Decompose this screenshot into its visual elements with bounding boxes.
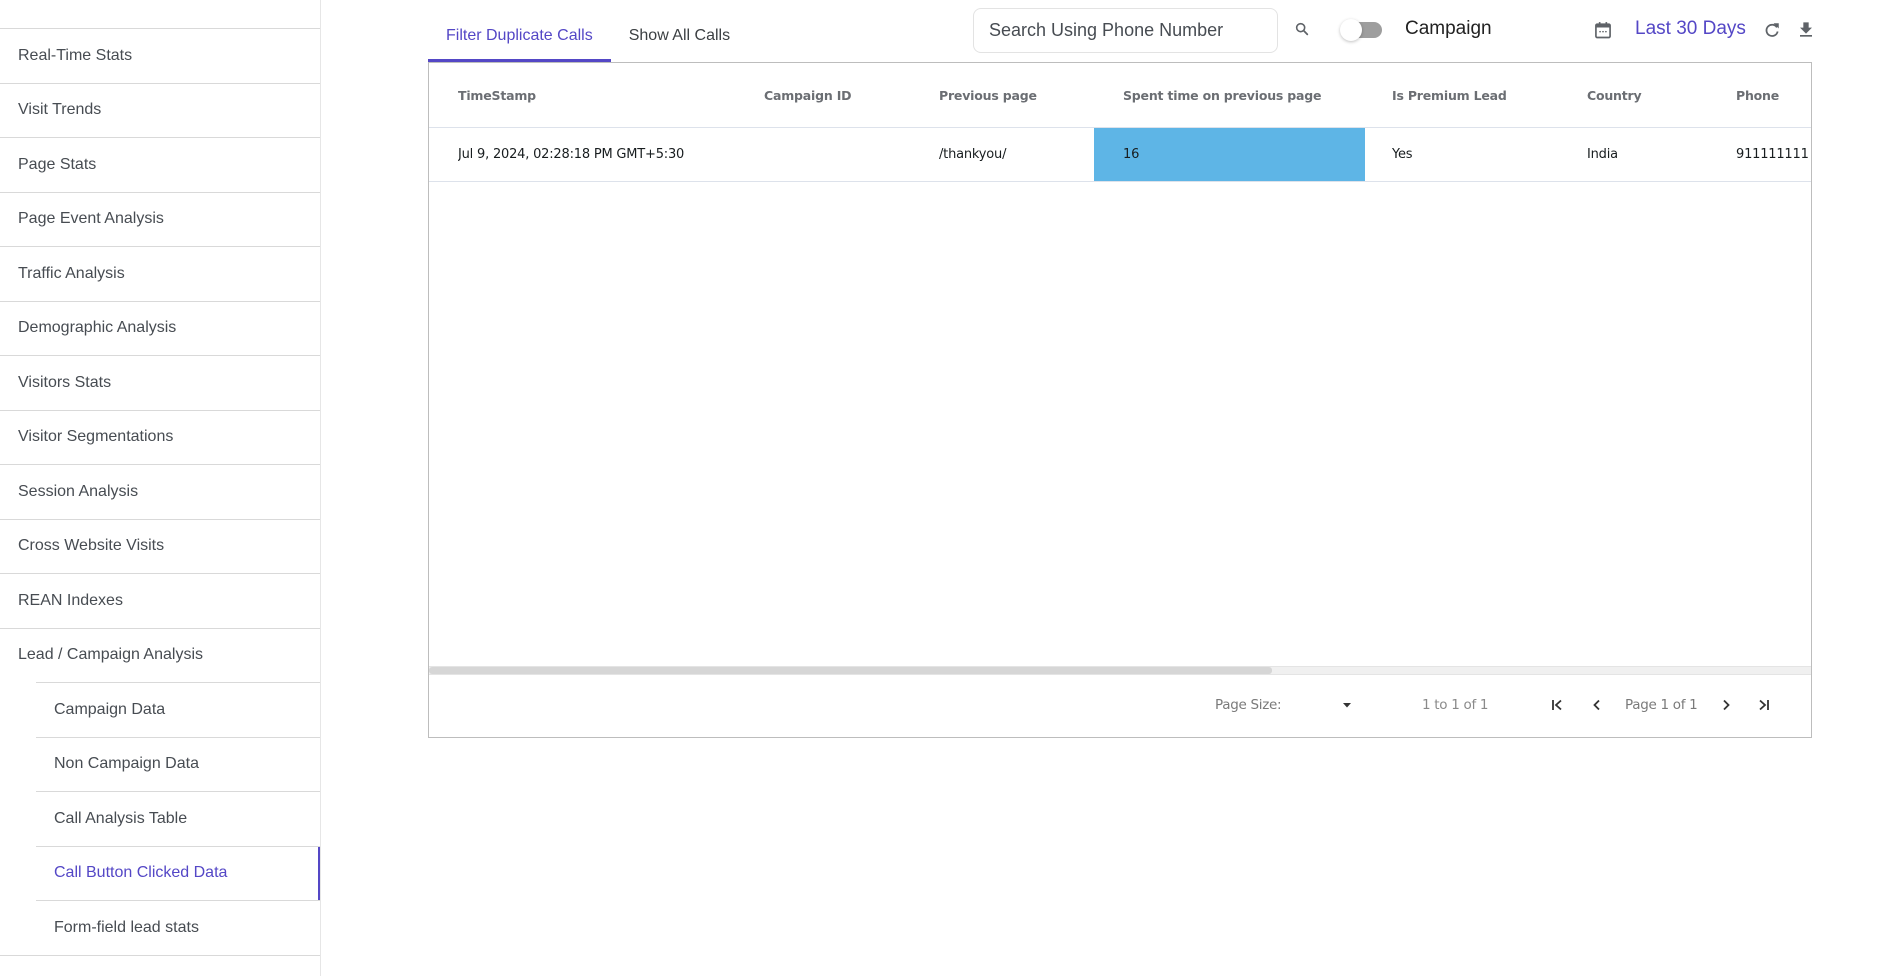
cell-is-premium-lead: Yes xyxy=(1392,147,1413,162)
sidebar-item-label: Visitor Segmentations xyxy=(18,428,174,446)
first-page-button[interactable] xyxy=(1548,695,1568,715)
chevron-right-icon xyxy=(1723,699,1730,711)
previous-page-button[interactable] xyxy=(1587,695,1607,715)
sidebar-item-label: Traffic Analysis xyxy=(18,264,125,282)
last-page-icon xyxy=(1759,699,1769,711)
first-page-icon xyxy=(1552,699,1562,711)
sidebar-item-label: Page Event Analysis xyxy=(18,210,164,228)
cell-timestamp: Jul 9, 2024, 02:28:18 PM GMT+5:30 xyxy=(458,147,685,162)
refresh-icon[interactable] xyxy=(1761,19,1783,41)
sidebar-subitem-campaign-data[interactable]: Campaign Data xyxy=(36,682,320,737)
cell-previous-page: /thankyou/ xyxy=(939,147,1007,162)
pagination-bar: Page Size: 1 to 1 of 1 Page 1 of 1 xyxy=(429,675,1811,737)
sidebar-item-cross-website-visits[interactable]: Cross Website Visits xyxy=(0,518,320,574)
toggle-thumb xyxy=(1340,19,1362,41)
campaign-toggle-label: Campaign xyxy=(1405,18,1492,39)
sidebar-item-session-analysis[interactable]: Session Analysis xyxy=(0,464,320,519)
sidebar-item-visitor-segmentations[interactable]: Visitor Segmentations xyxy=(0,409,320,465)
sidebar-item-label: Call Button Clicked Data xyxy=(54,864,228,882)
table-row[interactable]: Jul 9, 2024, 02:28:18 PM GMT+5:30 /thank… xyxy=(429,128,1811,182)
sidebar-item-label: Real-Time Stats xyxy=(18,46,133,64)
cell-spent-time: 16 xyxy=(1094,128,1365,181)
grid-header-row: TimeStamp Campaign ID Previous page Spen… xyxy=(429,63,1811,128)
sidebar-item-label: Visit Trends xyxy=(18,101,102,119)
sidebar-divider xyxy=(0,954,320,956)
sidebar-subitem-form-field-lead-stats[interactable]: Form-field lead stats xyxy=(36,900,320,955)
cell-phone: 911111111 xyxy=(1736,147,1809,162)
sidebar-item-label: Cross Website Visits xyxy=(18,537,165,555)
sidebar-item-lead-campaign-analysis[interactable]: Lead / Campaign Analysis xyxy=(0,627,320,683)
sidebar-item-traffic-analysis[interactable]: Traffic Analysis xyxy=(0,246,320,301)
sidebar-item-label: Form-field lead stats xyxy=(54,918,199,936)
column-header-timestamp[interactable]: TimeStamp xyxy=(458,63,738,127)
phone-search-input[interactable] xyxy=(974,9,1277,52)
sidebar-item-visit-trends[interactable]: Visit Trends xyxy=(0,82,320,138)
sidebar-item-demographic-analysis[interactable]: Demographic Analysis xyxy=(0,300,320,356)
column-header-previous-page[interactable]: Previous page xyxy=(939,63,1089,127)
chevron-left-icon xyxy=(1593,699,1600,711)
page-size-label: Page Size: xyxy=(1215,697,1282,713)
sidebar-subitem-non-campaign-data[interactable]: Non Campaign Data xyxy=(36,736,320,792)
sidebar-item-label: REAN Indexes xyxy=(18,591,123,609)
call-data-grid: TimeStamp Campaign ID Previous page Spen… xyxy=(428,62,1812,738)
sidebar-item-rean-indexes[interactable]: REAN Indexes xyxy=(0,573,320,628)
download-icon[interactable] xyxy=(1795,18,1817,40)
sidebar-item-page-stats[interactable]: Page Stats xyxy=(0,137,320,192)
column-header-country[interactable]: Country xyxy=(1587,63,1707,127)
sidebar-item-page-event-analysis[interactable]: Page Event Analysis xyxy=(0,191,320,247)
row-range-text: 1 to 1 of 1 xyxy=(1422,697,1489,713)
sidebar-item-label: Campaign Data xyxy=(54,700,166,718)
sidebar-subitem-call-analysis-table[interactable]: Call Analysis Table xyxy=(36,791,320,846)
column-header-spent-time[interactable]: Spent time on previous page xyxy=(1123,63,1363,127)
sidebar-item-label: Demographic Analysis xyxy=(18,319,177,337)
sidebar-item-label: Lead / Campaign Analysis xyxy=(18,646,203,664)
cell-campaign-id xyxy=(764,128,914,181)
sidebar-item-real-time-stats[interactable]: Real-Time Stats xyxy=(0,28,320,83)
sidebar-list: Real-Time Stats Visit Trends Page Stats … xyxy=(0,28,320,956)
last-page-button[interactable] xyxy=(1753,695,1773,715)
call-filter-tabs: Filter Duplicate Calls Show All Calls xyxy=(428,0,748,62)
caret-down-icon xyxy=(1343,703,1351,708)
page-size-dropdown[interactable] xyxy=(1339,695,1355,715)
sidebar-subitem-call-button-clicked-data[interactable]: Call Button Clicked Data xyxy=(36,845,320,901)
next-page-button[interactable] xyxy=(1716,695,1736,715)
sidebar-item-label: Session Analysis xyxy=(18,482,139,500)
page-indicator: Page 1 of 1 xyxy=(1625,697,1698,713)
sidebar-item-label: Non Campaign Data xyxy=(54,755,199,773)
search-icon[interactable] xyxy=(1290,17,1314,41)
tab-show-all-calls[interactable]: Show All Calls xyxy=(611,0,748,62)
campaign-toggle[interactable] xyxy=(1340,19,1382,41)
phone-search-field xyxy=(973,8,1278,53)
horizontal-scrollbar[interactable] xyxy=(429,666,1811,675)
column-header-campaign-id[interactable]: Campaign ID xyxy=(764,63,914,127)
column-header-is-premium-lead[interactable]: Is Premium Lead xyxy=(1392,63,1572,127)
sidebar-item-label: Call Analysis Table xyxy=(54,809,188,827)
sidebar-item-visitors-stats[interactable]: Visitors Stats xyxy=(0,355,320,410)
tab-filter-duplicate-calls[interactable]: Filter Duplicate Calls xyxy=(428,0,611,62)
calendar-icon[interactable] xyxy=(1592,19,1614,41)
column-header-phone[interactable]: Phone xyxy=(1736,63,1811,127)
scrollbar-thumb[interactable] xyxy=(429,667,1273,674)
cell-country: India xyxy=(1587,147,1618,162)
sidebar-item-label: Visitors Stats xyxy=(18,373,112,391)
sidebar-item-label: Page Stats xyxy=(18,155,97,173)
sidebar: Real-Time Stats Visit Trends Page Stats … xyxy=(0,0,321,976)
date-range-selector[interactable]: Last 30 Days xyxy=(1635,18,1746,40)
